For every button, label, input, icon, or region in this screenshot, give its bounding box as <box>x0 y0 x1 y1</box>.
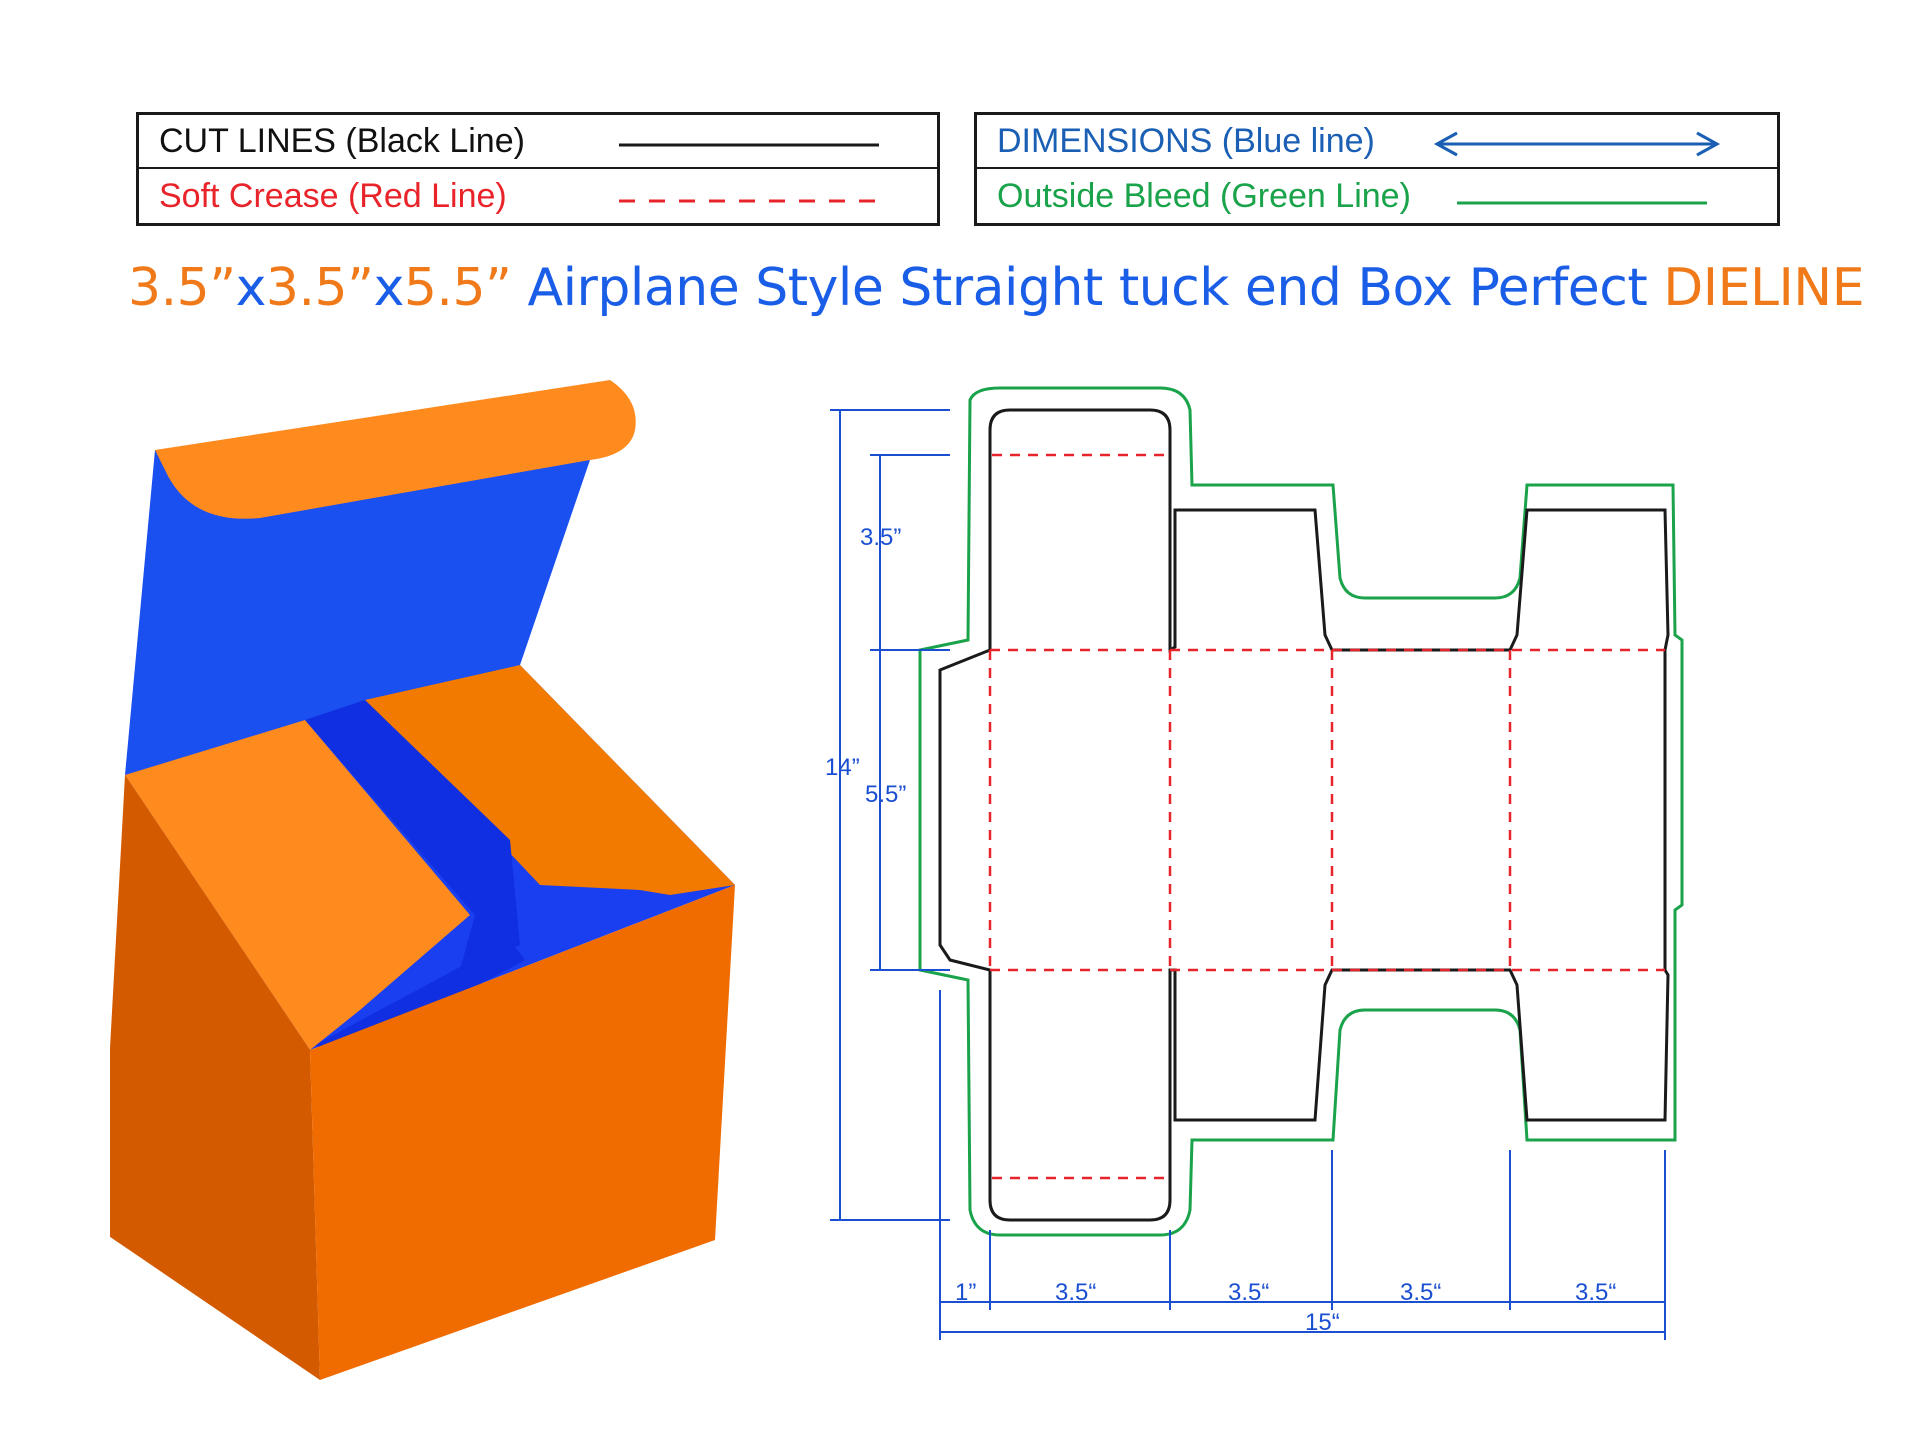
legend-crease-label: Soft Crease (Red Line) <box>159 176 507 215</box>
bleed-outline <box>918 386 1684 1237</box>
dim-label-15: 15“ <box>1305 1309 1340 1336</box>
legend-left: CUT LINES (Black Line) Soft Crease (Red … <box>136 112 940 226</box>
dim-label-panel3: 3.5“ <box>1400 1279 1441 1306</box>
cut-line-sample <box>619 143 879 147</box>
legend-row-crease: Soft Crease (Red Line) <box>139 169 937 223</box>
page-title: 3.5”x3.5”x5.5” Airplane Style Straight t… <box>128 258 1865 318</box>
legend-right: DIMENSIONS (Blue line) Outside Bleed (Gr… <box>974 112 1780 226</box>
legend-row-cut: CUT LINES (Black Line) <box>139 115 937 169</box>
title-dim-1: 3.5” <box>128 258 236 318</box>
dimension-arrow-sample <box>1433 131 1721 157</box>
dim-label-panel4: 3.5“ <box>1575 1279 1616 1306</box>
title-dim-2: 3.5” <box>265 258 374 318</box>
crease-line-sample <box>619 199 879 203</box>
title-dim-3: 5.5” <box>403 258 512 318</box>
bleed-line-sample <box>1457 201 1707 205</box>
dim-label-panel2: 3.5“ <box>1228 1279 1269 1306</box>
legend-dimensions-label: DIMENSIONS (Blue line) <box>997 121 1375 160</box>
dieline-drawing: 3.5” 14” 5.5” 1” 3.5“ 3.5“ 3.5“ 3.5“ 15“ <box>825 386 1684 1340</box>
title-x-2: x <box>373 258 405 318</box>
box-3d-illustration <box>110 380 735 1380</box>
dimension-lines <box>830 409 1666 1340</box>
legend-cut-label: CUT LINES (Black Line) <box>159 121 525 160</box>
dim-label-3.5-vertical: 3.5” <box>860 524 901 551</box>
title-main: Airplane Style Straight tuck end Box Per… <box>511 258 1664 318</box>
dim-label-panel1: 3.5“ <box>1055 1279 1096 1306</box>
crease-lines <box>988 453 1665 1180</box>
title-x-1: x <box>235 258 267 318</box>
dim-label-1: 1” <box>955 1279 976 1306</box>
cut-outline <box>938 408 1670 1222</box>
title-dieline: DIELINE <box>1663 258 1865 318</box>
dim-label-5.5: 5.5” <box>865 781 906 808</box>
dim-label-14: 14” <box>825 754 860 781</box>
legend-row-bleed: Outside Bleed (Green Line) <box>977 169 1777 223</box>
legend-bleed-label: Outside Bleed (Green Line) <box>997 176 1411 215</box>
legend-row-dimensions: DIMENSIONS (Blue line) <box>977 115 1777 169</box>
